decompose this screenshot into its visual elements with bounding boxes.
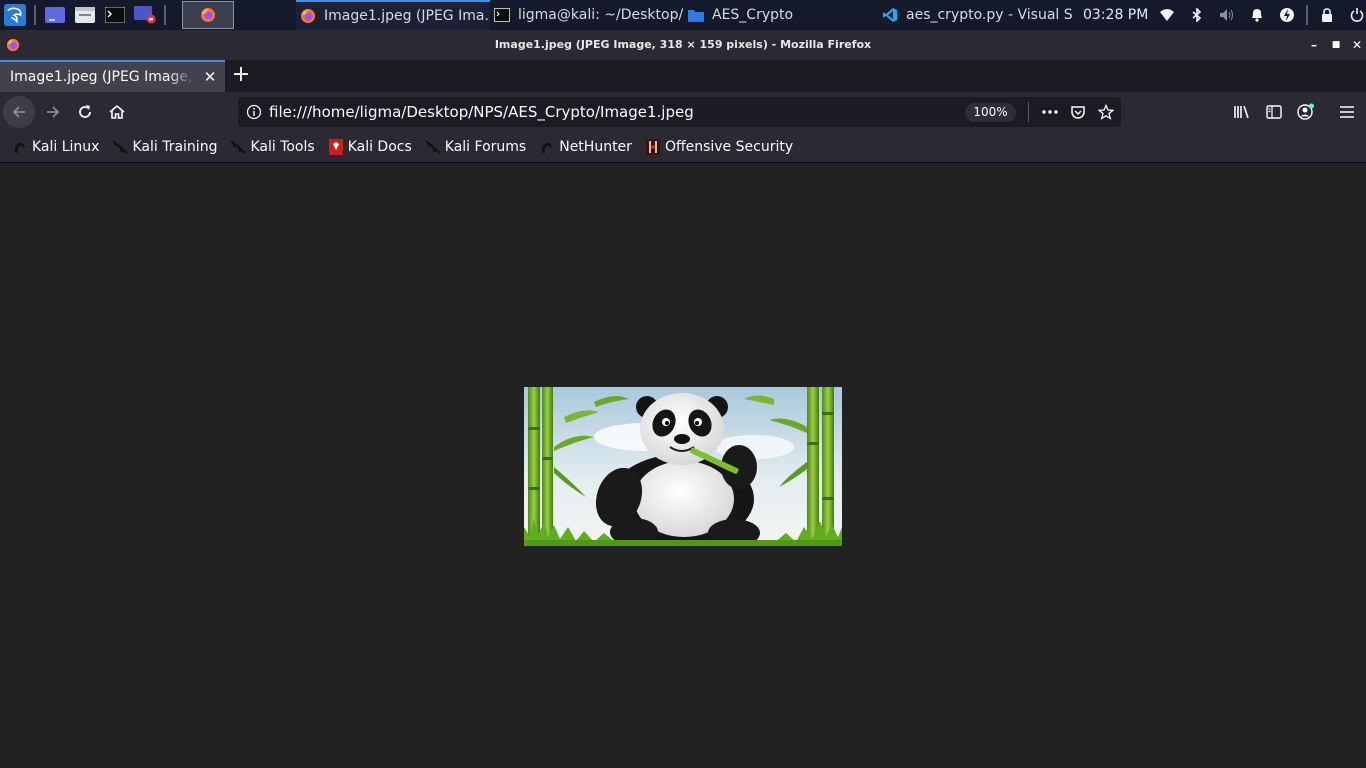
bookmark-kali-docs[interactable]: Kali Docs [328,139,412,155]
task-label: ligma@kali: ~/Desktop/... [518,7,684,23]
back-button[interactable] [3,96,35,128]
maximize-button[interactable]: ■ [1325,30,1347,60]
panda-eating-bamboo-image[interactable] [524,387,842,546]
kali-tools-icon [230,139,247,155]
bookmark-star-icon[interactable] [1096,102,1116,122]
bookmark-kali-forums[interactable]: Kali Forums [425,139,526,155]
forward-button[interactable] [37,96,69,128]
panel-separator [164,5,166,25]
page-actions-icon[interactable] [1040,102,1060,122]
panel-separator [34,5,36,25]
url-bar[interactable]: file:///home/ligma/Desktop/NPS/AES_Crypt… [238,97,1121,127]
task-label: aes_crypto.py - Visual S... [906,7,1072,23]
home-button[interactable] [101,96,133,128]
panel-separator [1306,5,1308,25]
task-firefox[interactable]: Image1.jpeg (JPEG Ima... [296,0,490,30]
tab-close-button[interactable]: ✕ [201,68,219,86]
offsec-icon [645,139,661,155]
reload-button[interactable] [69,96,101,128]
logout-icon[interactable] [1342,0,1366,30]
panel-clock[interactable]: 03:28 PM [1083,0,1148,30]
account-icon[interactable] [1294,100,1318,124]
firefox-icon [300,8,316,24]
kali-training-icon [112,139,129,155]
kali-forums-icon [425,139,441,155]
vscode-icon [882,7,898,23]
tab-image1[interactable]: Image1.jpeg (JPEG Image, 318 × 159 pixel… [0,60,225,92]
nethunter-icon [539,139,555,155]
top-panel: Image1.jpeg (JPEG Ima... ligma@kali: ~/D… [0,0,1366,30]
bookmark-kali-training[interactable]: Kali Training [112,139,217,155]
desktop-icon [45,7,65,23]
reload-icon [79,105,91,118]
forward-arrow-icon [47,106,60,118]
bluetooth-icon[interactable] [1182,0,1212,30]
wifi-icon[interactable] [1152,0,1182,30]
lock-icon[interactable] [1312,0,1342,30]
applications-menu-button[interactable] [0,0,30,30]
bookmarks-toolbar: Kali Linux Kali Training Kali Tools Kali… [0,132,1366,163]
firefox-icon [201,8,215,22]
power-icon[interactable] [1272,0,1302,30]
bookmark-kali-linux[interactable]: Kali Linux [12,139,99,155]
library-icon[interactable] [1230,100,1254,124]
window-title: Image1.jpeg (JPEG Image, 318 × 159 pixel… [494,38,872,51]
url-text[interactable]: file:///home/ligma/Desktop/NPS/AES_Crypt… [269,97,694,127]
hamburger-menu-icon[interactable] [1335,100,1359,124]
bookmark-label: Kali Tools [250,139,315,155]
home-icon [109,104,125,119]
site-info-icon[interactable] [246,104,262,120]
taskbar: Image1.jpeg (JPEG Ima... ligma@kali: ~/D… [296,0,1072,30]
bookmark-label: NetHunter [559,139,632,155]
folder-icon [688,7,704,23]
urlbar-separator [1028,102,1029,122]
volume-icon[interactable] [1212,0,1242,30]
page-content [0,163,1366,768]
firefox-launcher[interactable] [182,1,234,29]
bookmark-label: Kali Forums [444,139,527,155]
zoom-reset-button[interactable]: 100% [965,103,1016,122]
task-label: AES_Crypto [712,7,794,23]
screen-recorder-icon [134,6,156,24]
bookmark-label: Kali Training [132,139,218,155]
terminal-icon [105,7,125,23]
terminal-launcher[interactable] [103,5,127,25]
system-tray [1152,0,1366,30]
notification-bell-icon[interactable] [1242,0,1272,30]
bookmark-label: Kali Linux [32,139,100,155]
sidebar-toggle-icon[interactable] [1262,100,1286,124]
bookmark-kali-tools[interactable]: Kali Tools [230,139,315,155]
bookmark-nethunter[interactable]: NetHunter [539,139,632,155]
task-file-manager[interactable]: AES_Crypto [684,0,878,30]
bookmark-label: Offensive Security [664,139,794,155]
close-window-button[interactable]: ✕ [1346,30,1366,60]
jpeg-image [524,387,842,546]
file-manager-icon [75,7,95,23]
kali-docs-icon [328,139,344,155]
tab-label: Image1.jpeg (JPEG Image, 318 × 159 pixel… [10,69,195,85]
minimize-button[interactable]: – [1303,30,1325,60]
screen-recorder-launcher[interactable] [133,5,157,25]
window-titlebar[interactable]: Image1.jpeg (JPEG Image, 318 × 159 pixel… [0,30,1366,60]
pocket-icon[interactable] [1068,102,1088,122]
navigation-toolbar: file:///home/ligma/Desktop/NPS/AES_Crypt… [0,92,1366,132]
file-manager-launcher[interactable] [73,5,97,25]
kali-dragon-icon [12,139,28,155]
bookmark-label: Kali Docs [347,139,412,155]
terminal-icon [494,7,510,23]
kali-menu-icon [4,4,26,26]
bookmark-offensive-security[interactable]: Offensive Security [645,139,793,155]
new-tab-button[interactable]: + [230,63,252,89]
task-label: Image1.jpeg (JPEG Ima... [324,8,490,24]
task-terminal[interactable]: ligma@kali: ~/Desktop/... [490,0,684,30]
task-vscode[interactable]: aes_crypto.py - Visual S... [878,0,1072,30]
back-arrow-icon [12,106,25,118]
show-desktop-button[interactable] [43,5,67,25]
tab-strip: Image1.jpeg (JPEG Image, 318 × 159 pixel… [0,60,1366,92]
